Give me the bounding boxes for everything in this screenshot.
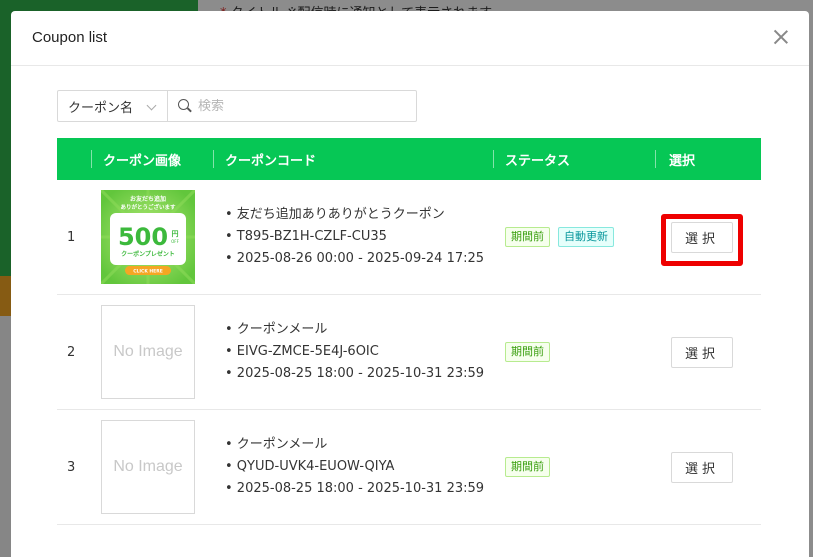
coupon-code-cell: • クーポンメール • EIVG-ZMCE-5E4J-6OIC • 2025-0… <box>213 295 493 409</box>
coupon-art-unit: 円 <box>172 230 179 238</box>
no-image-placeholder: No Image <box>101 305 195 399</box>
column-header-code: クーポンコード <box>213 138 493 180</box>
search-select-value: クーポン名 <box>68 100 134 116</box>
search-field <box>168 91 416 121</box>
coupon-list-modal: Coupon list クーポン名 クーポン画像 クーポンコード ステータス 選… <box>11 11 809 557</box>
coupon-image-cell: No Image <box>91 295 213 409</box>
modal-title: Coupon list <box>32 29 108 46</box>
status-badge: 期間前 <box>505 342 550 362</box>
coupon-period: • 2025-08-25 18:00 - 2025-10-31 23:59 <box>225 481 485 496</box>
status-cell: 期間前 自動更新 <box>493 180 655 294</box>
select-cell: 選択 <box>655 410 761 524</box>
no-image-placeholder: No Image <box>101 420 195 514</box>
table-row: 2 No Image • クーポンメール • EIVG-ZMCE-5E4J-6O… <box>57 295 761 410</box>
chevron-down-icon <box>146 100 157 111</box>
coupon-art-amount: 500 <box>118 223 168 251</box>
select-cell: 選択 <box>655 295 761 409</box>
coupon-art-present: クーポンプレゼント <box>121 250 175 258</box>
modal-header: Coupon list <box>11 11 809 66</box>
coupon-code: • QYUD-UVK4-EUOW-QIYA <box>225 459 395 474</box>
close-icon[interactable] <box>771 27 791 47</box>
coupon-image-cell: No Image <box>91 410 213 524</box>
column-header-status: ステータス <box>493 138 655 180</box>
table-row: 1 お友だち追加 ありがとうございます 500 円 OFF クーポンプレゼント … <box>57 180 761 295</box>
status-cell: 期間前 <box>493 295 655 409</box>
coupon-name: • 友だち追加ありありがとうクーポン <box>225 207 445 222</box>
table-header: クーポン画像 クーポンコード ステータス 選択 <box>57 138 761 180</box>
status-cell: 期間前 <box>493 410 655 524</box>
coupon-code-cell: • 友だち追加ありありがとうクーポン • T895-BZ1H-CZLF-CU35… <box>213 180 493 294</box>
select-button[interactable]: 選択 <box>671 451 733 483</box>
search-bar: クーポン名 <box>57 90 417 122</box>
column-header-select: 選択 <box>655 138 761 180</box>
column-header-no <box>57 138 91 180</box>
coupon-art-line1: お友だち追加 <box>130 195 166 203</box>
coupon-image-cell: お友だち追加 ありがとうございます 500 円 OFF クーポンプレゼント CL… <box>91 180 213 294</box>
auto-renew-badge: 自動更新 <box>558 227 614 247</box>
coupon-table: クーポン画像 クーポンコード ステータス 選択 1 お友だち追加 ありがとうござ… <box>57 138 761 525</box>
select-button[interactable]: 選択 <box>671 221 733 253</box>
coupon-code-cell: • クーポンメール • QYUD-UVK4-EUOW-QIYA • 2025-0… <box>213 410 493 524</box>
coupon-period: • 2025-08-26 00:00 - 2025-09-24 17:25 <box>225 251 485 266</box>
coupon-image: お友だち追加 ありがとうございます 500 円 OFF クーポンプレゼント CL… <box>101 190 195 284</box>
coupon-name: • クーポンメール <box>225 322 328 337</box>
coupon-art-cta: CLICK HERE <box>133 269 163 275</box>
search-icon <box>178 99 192 113</box>
coupon-code: • EIVG-ZMCE-5E4J-6OIC <box>225 344 379 359</box>
status-badge: 期間前 <box>505 457 550 477</box>
search-field-select[interactable]: クーポン名 <box>58 91 168 121</box>
status-badge: 期間前 <box>505 227 550 247</box>
row-number: 1 <box>67 229 76 245</box>
row-number: 2 <box>67 344 76 360</box>
row-number: 3 <box>67 459 76 475</box>
coupon-code: • T895-BZ1H-CZLF-CU35 <box>225 229 387 244</box>
coupon-name: • クーポンメール <box>225 437 328 452</box>
search-input[interactable] <box>198 98 398 114</box>
coupon-art-off: OFF <box>171 239 179 244</box>
coupon-period: • 2025-08-25 18:00 - 2025-10-31 23:59 <box>225 366 485 381</box>
coupon-art-line2: ありがとうございます <box>120 203 176 211</box>
column-header-image: クーポン画像 <box>91 138 213 180</box>
table-row: 3 No Image • クーポンメール • QYUD-UVK4-EUOW-QI… <box>57 410 761 525</box>
select-cell: 選択 <box>655 180 761 294</box>
select-button[interactable]: 選択 <box>671 336 733 368</box>
